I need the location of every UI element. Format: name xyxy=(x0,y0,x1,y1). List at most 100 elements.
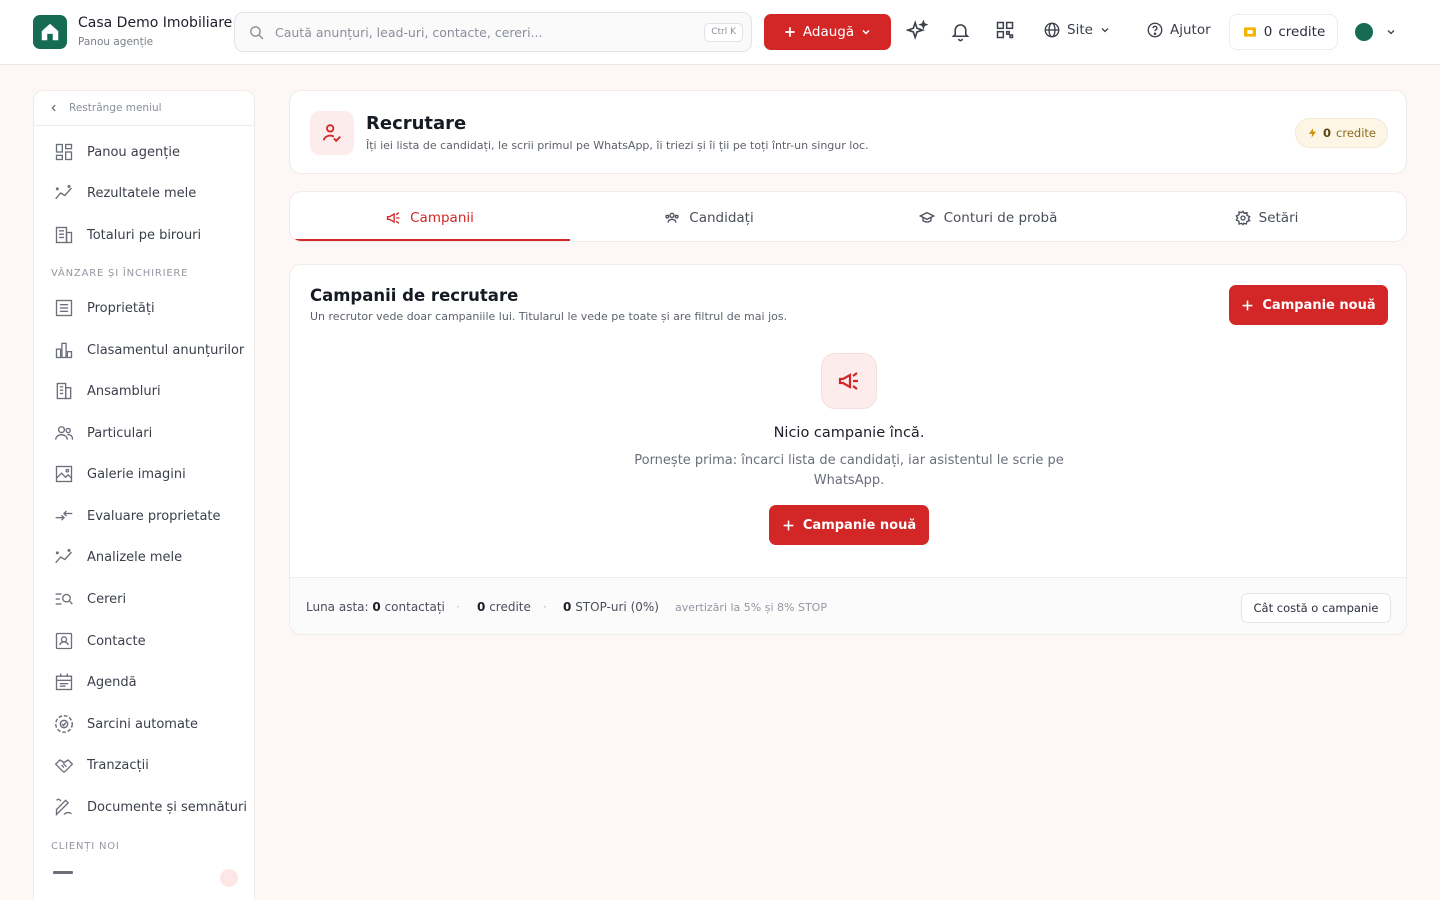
footer-credits-count: 0 xyxy=(477,600,486,614)
new-campaign-button[interactable]: Campanie nouă xyxy=(1229,285,1388,325)
sidebar-item-transactions[interactable]: Tranzacții xyxy=(53,754,149,776)
help-circle-icon xyxy=(1147,22,1163,38)
stop-count: 0 xyxy=(563,600,572,614)
chart-line-icon xyxy=(55,184,72,200)
signature-icon xyxy=(55,798,72,817)
add-button-label: Adaugă xyxy=(802,24,855,40)
separator-dot: · xyxy=(543,600,547,614)
collapse-menu-button[interactable]: Restrânge meniul xyxy=(34,91,254,126)
sidebar-item-individuals[interactable]: Particulari xyxy=(53,422,152,444)
credits-button[interactable]: 0 credite xyxy=(1229,14,1338,50)
sidebar-item-label: Documente și semnături xyxy=(87,799,247,815)
sidebar-item-image-gallery[interactable]: Galerie imagini xyxy=(53,463,186,485)
sidebar-item-my-analyses[interactable]: Analizele mele xyxy=(53,546,182,568)
tab-label: Candidați xyxy=(689,209,754,226)
sidebar-item-agenda[interactable]: Agendă xyxy=(53,671,137,693)
agency-panel-label: Panou agenție xyxy=(78,36,154,48)
sidebar-item-requests[interactable]: Cereri xyxy=(53,588,126,610)
campaign-cost-button[interactable]: Cât costă o campanie xyxy=(1241,593,1391,623)
collapse-menu-label: Restrânge meniul xyxy=(69,102,162,114)
sidebar-item-label: Ansambluri xyxy=(87,383,161,399)
sidebar-item-contacts[interactable]: Contacte xyxy=(53,630,146,652)
credits-badge: 0 credite xyxy=(1295,118,1388,148)
list-icon xyxy=(55,299,73,317)
help-link[interactable]: Ajutor xyxy=(1146,21,1211,39)
sidebar-section-sales: VÂNZARE ȘI ÎNCHIRIERE xyxy=(51,268,189,279)
sidebar-item-documents-signatures[interactable]: Documente și semnături xyxy=(53,796,247,818)
chevron-down-icon xyxy=(862,29,870,35)
empty-state-new-campaign-button[interactable]: Campanie nouă xyxy=(769,505,929,545)
empty-state-description: Pornește prima: încarci lista de candida… xyxy=(634,453,1064,488)
sidebar-item-label: Proprietăți xyxy=(87,300,155,316)
credits-count: 0 xyxy=(1263,24,1273,40)
sidebar-item-label: Cereri xyxy=(87,591,127,607)
sidebar-item-label: Galerie imagini xyxy=(87,466,186,482)
campaigns-title: Campanii de recrutare xyxy=(310,286,519,305)
footer-credits-label: credite xyxy=(489,600,531,614)
add-button[interactable]: Adaugă xyxy=(764,14,891,50)
sidebar-item-icon-partial xyxy=(53,871,73,874)
sidebar-item-label: Totaluri pe birouri xyxy=(87,227,202,243)
site-menu[interactable]: Site xyxy=(1043,21,1111,39)
plus-icon xyxy=(1243,300,1253,310)
sidebar-item-properties[interactable]: Proprietăți xyxy=(53,297,155,319)
sidebar-item-label: Analizele mele xyxy=(87,549,183,565)
sidebar-item-label: Panou agenție xyxy=(87,144,180,160)
megaphone-icon xyxy=(386,211,400,224)
avatar[interactable] xyxy=(1355,23,1373,41)
chevron-down-icon[interactable] xyxy=(1385,26,1397,38)
auto-task-icon xyxy=(55,715,73,733)
tab-trial-accounts[interactable]: Conturi de probă xyxy=(848,192,1127,241)
contacted-stat: Luna asta: 0 contactați xyxy=(306,600,445,614)
agency-logo[interactable] xyxy=(33,15,67,49)
sidebar-item-listing-ranking[interactable]: Clasamentul anunțurilor xyxy=(53,339,244,361)
new-campaign-label: Campanie nouă xyxy=(1262,297,1376,313)
tab-settings[interactable]: Setări xyxy=(1127,192,1406,241)
credits-label: credite xyxy=(1278,24,1326,40)
sidebar: Restrânge meniul Panou agenție Rezultate… xyxy=(33,90,255,900)
separator-dot: · xyxy=(456,600,460,614)
gear-icon xyxy=(1234,209,1251,226)
sidebar-item-label: Sarcini automate xyxy=(87,716,199,732)
top-bar: Casa Demo Imobiliare Panou agenție Ctrl … xyxy=(0,0,1440,65)
building-icon xyxy=(55,226,73,244)
credits-badge-count: 0 xyxy=(1323,126,1332,140)
campaigns-footer: Luna asta: 0 contactați · 0 credite · 0 … xyxy=(290,577,1406,634)
search-list-icon xyxy=(55,593,73,605)
credits-badge-label: credite xyxy=(1336,126,1376,140)
arrows-icon xyxy=(55,510,73,521)
search-shortcut-hint: Ctrl K xyxy=(704,23,743,42)
sidebar-item-ensembles[interactable]: Ansambluri xyxy=(53,380,161,402)
chevron-left-icon xyxy=(51,104,56,112)
contact-card-icon xyxy=(55,632,73,650)
user-check-icon xyxy=(322,124,341,143)
active-tab-indicator xyxy=(294,239,570,241)
tab-candidates[interactable]: Candidați xyxy=(569,192,848,241)
campaigns-card: Campanii de recrutare Un recrutor vede d… xyxy=(289,264,1407,635)
sparkle-icon[interactable] xyxy=(906,20,928,42)
sidebar-item-agency-panel[interactable]: Panou agenție xyxy=(53,141,180,163)
campaigns-subtitle: Un recrutor vede doar campaniile lui. Ti… xyxy=(310,310,788,323)
global-search[interactable]: Ctrl K xyxy=(234,12,752,52)
sidebar-item-label: Rezultatele mele xyxy=(87,185,197,201)
contacted-label: contactați xyxy=(384,600,445,614)
bar-chart-icon xyxy=(55,342,73,359)
plus-icon xyxy=(783,520,794,530)
sidebar-item-label: Evaluare proprietate xyxy=(87,508,221,524)
qr-code-icon[interactable] xyxy=(995,20,1015,40)
tab-label: Campanii xyxy=(410,209,474,226)
stop-stat: 0 STOP-uri (0%) xyxy=(563,600,659,614)
sidebar-item-auto-tasks[interactable]: Sarcini automate xyxy=(53,713,198,735)
sidebar-item-my-results[interactable]: Rezultatele mele xyxy=(53,182,196,204)
tab-campaigns[interactable]: Campanii xyxy=(290,192,569,241)
empty-state-title: Nicio campanie încă. xyxy=(773,425,925,441)
sidebar-item-property-valuation[interactable]: Evaluare proprietate xyxy=(53,505,221,527)
recruitment-icon-box xyxy=(310,111,354,155)
handshake-icon xyxy=(54,759,74,773)
megaphone-icon xyxy=(838,372,858,390)
sidebar-item-label: Agendă xyxy=(87,674,137,690)
bell-icon[interactable] xyxy=(950,20,971,42)
search-input[interactable] xyxy=(275,22,725,42)
sidebar-item-office-totals[interactable]: Totaluri pe birouri xyxy=(53,224,201,246)
sidebar-item-label: Tranzacții xyxy=(87,757,149,773)
